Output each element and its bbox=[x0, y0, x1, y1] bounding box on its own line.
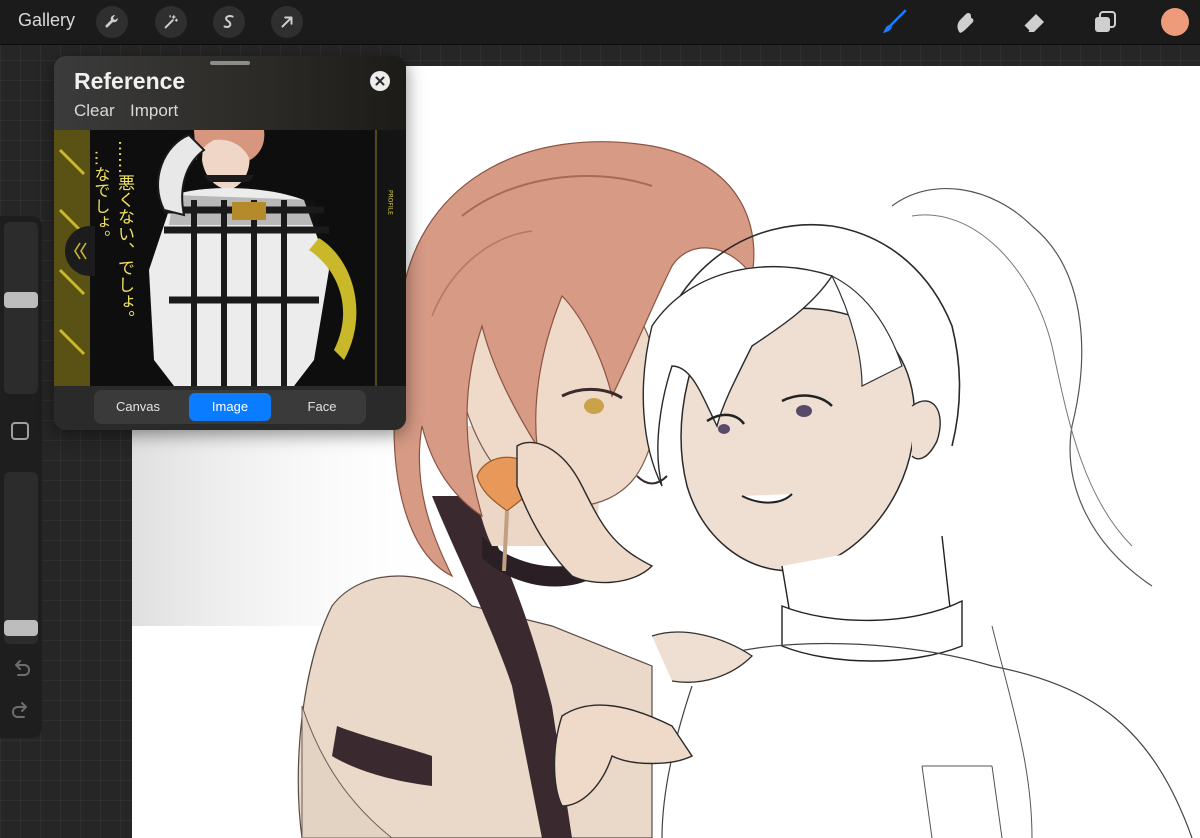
color-swatch[interactable] bbox=[1161, 8, 1189, 36]
reference-panel: Reference Clear Import …なでしょ。 ……悪くない、でしょ… bbox=[54, 56, 406, 430]
tab-face[interactable]: Face bbox=[281, 393, 363, 421]
brush-icon[interactable] bbox=[877, 5, 911, 39]
wrench-icon[interactable] bbox=[96, 6, 128, 38]
reference-jp-text-2: ……悪くない、でしょ。 bbox=[114, 140, 135, 327]
transform-arrow-icon[interactable] bbox=[271, 6, 303, 38]
selection-icon[interactable] bbox=[213, 6, 245, 38]
reference-illustration: …なでしょ。 ……悪くない、でしょ。 PROFILE bbox=[54, 130, 406, 386]
close-icon[interactable] bbox=[370, 71, 390, 91]
tab-image[interactable]: Image bbox=[189, 393, 271, 421]
brush-size-slider[interactable] bbox=[4, 222, 38, 394]
eraser-icon[interactable] bbox=[1017, 5, 1051, 39]
layers-icon[interactable] bbox=[1088, 5, 1122, 39]
undo-icon[interactable] bbox=[10, 658, 32, 680]
reference-image[interactable]: …なでしょ。 ……悪くない、でしょ。 PROFILE bbox=[54, 130, 406, 386]
reference-mode-selector: Canvas Image Face bbox=[94, 390, 366, 424]
double-chevron-left-icon bbox=[74, 242, 87, 260]
magic-wand-icon[interactable] bbox=[155, 6, 187, 38]
tab-canvas[interactable]: Canvas bbox=[97, 393, 179, 421]
brush-opacity-slider[interactable] bbox=[4, 472, 38, 644]
top-toolbar: Gallery bbox=[0, 0, 1200, 45]
reference-side-label: PROFILE bbox=[387, 190, 394, 215]
smudge-icon[interactable] bbox=[947, 5, 981, 39]
reference-header: Reference Clear Import bbox=[54, 56, 406, 130]
left-sidebar bbox=[0, 216, 42, 738]
reference-footer: Canvas Image Face bbox=[54, 386, 406, 430]
redo-icon[interactable] bbox=[10, 700, 32, 722]
brush-opacity-thumb[interactable] bbox=[4, 620, 38, 636]
clear-button[interactable]: Clear bbox=[74, 101, 115, 121]
modify-button[interactable] bbox=[11, 422, 29, 440]
reference-title: Reference bbox=[74, 68, 186, 94]
drag-handle[interactable] bbox=[210, 61, 250, 65]
gallery-button[interactable]: Gallery bbox=[18, 10, 75, 31]
import-button[interactable]: Import bbox=[130, 101, 178, 121]
brush-size-thumb[interactable] bbox=[4, 292, 38, 308]
